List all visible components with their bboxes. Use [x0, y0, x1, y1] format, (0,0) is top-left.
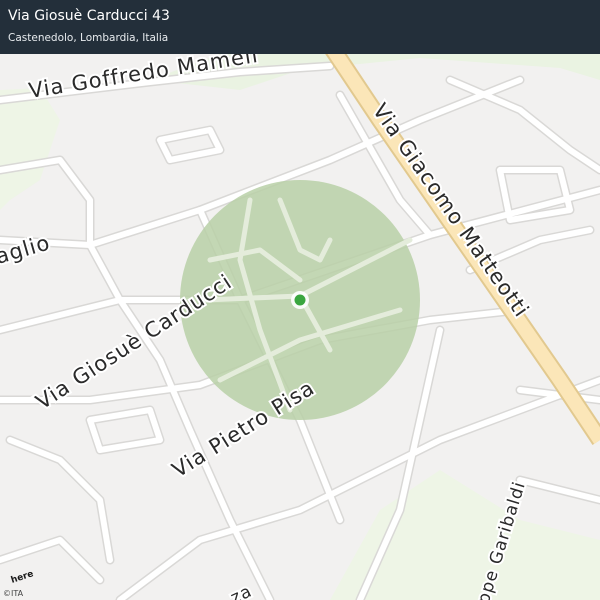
green-area-west: [0, 88, 60, 210]
here-logo-icon: here: [10, 572, 35, 586]
map-canvas[interactable]: Via Goffredo Mameli Via Giacomo Matteott…: [0, 0, 600, 600]
location-dot-icon[interactable]: [291, 291, 309, 309]
road-label-piazza: za: [228, 581, 256, 600]
location-subtitle: Castenedolo, Lombardia, Italia: [8, 32, 169, 44]
copyright-text: ©ITA: [3, 589, 24, 598]
location-header: Via Giosuè Carducci 43 Castenedolo, Lomb…: [0, 0, 600, 54]
location-title: Via Giosuè Carducci 43: [8, 8, 170, 24]
